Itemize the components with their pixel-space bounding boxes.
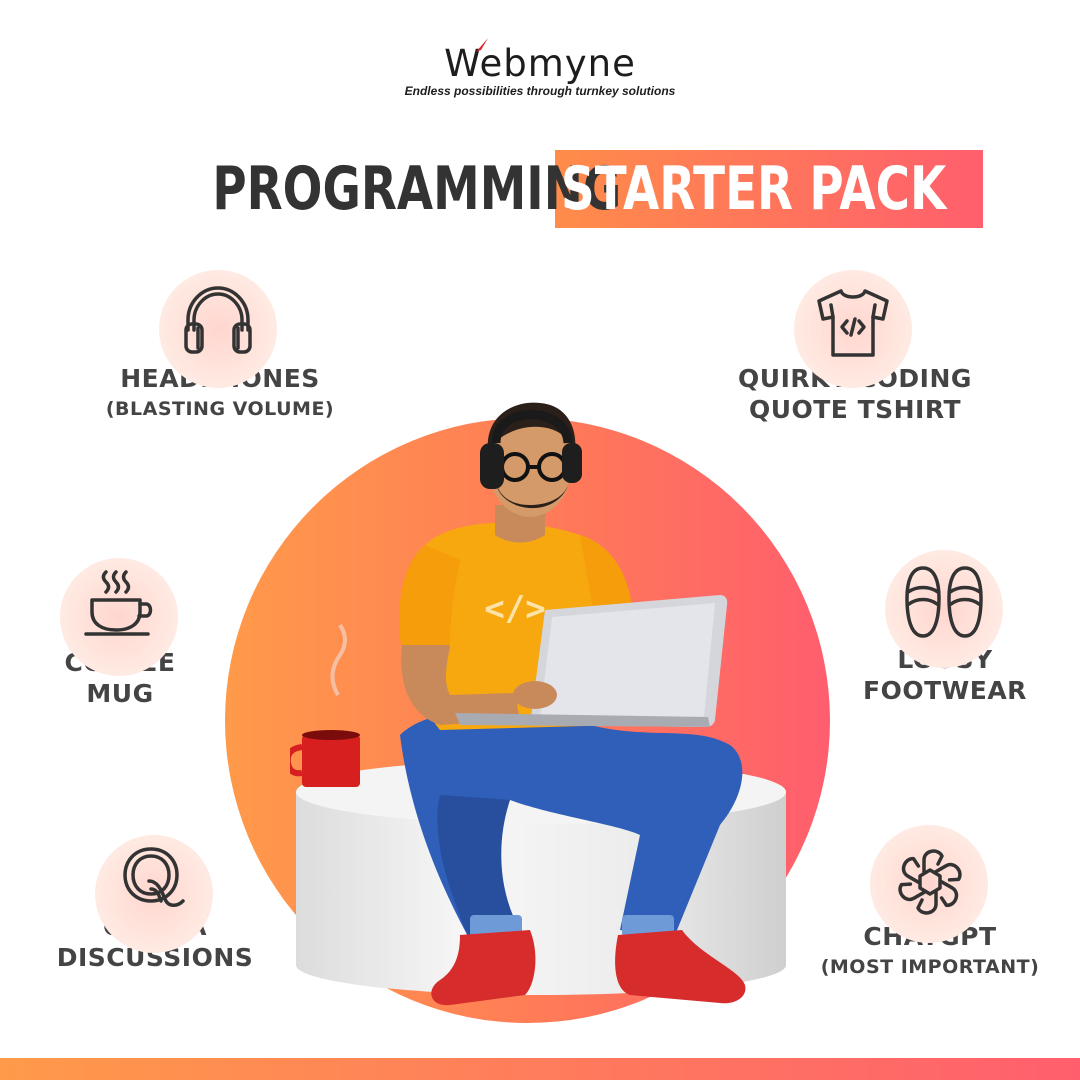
brand-name-wrap: Webmyne	[444, 38, 636, 88]
brand-accent-mark	[476, 38, 489, 52]
starter-pack-poster: Webmyne Endless possibilities through tu…	[0, 0, 1080, 1080]
brand-name: Webmyne	[444, 42, 636, 85]
feature-tshirt: QUIRKY CODING QUOTE TSHIRT	[705, 270, 1005, 425]
footwear-label-line2: FOOTWEAR	[863, 676, 1027, 705]
headphones-icon	[184, 286, 252, 354]
code-tshirt-icon	[817, 289, 889, 357]
title-starter-pack: STARTER PACK	[560, 154, 946, 224]
bottom-gradient-bar	[0, 1058, 1080, 1080]
tshirt-label-line2: QUOTE TSHIRT	[748, 395, 962, 424]
chatgpt-sublabel: (MOST IMPORTANT)	[820, 956, 1040, 978]
feature-footwear: LOUSY FOOTWEAR	[845, 550, 1045, 706]
feature-headphones: HEADPHONES (BLASTING VOLUME)	[70, 270, 370, 425]
red-mug	[290, 623, 360, 787]
slippers-icon	[905, 566, 983, 638]
feature-coffee-mug: COFFEE MUG	[30, 558, 210, 709]
coffee-label-line2: MUG	[86, 679, 154, 708]
feature-quora: QUORA DISCUSSIONS	[40, 835, 270, 973]
programmer-with-laptop-illustration: </>	[290, 402, 746, 1006]
svg-text:</>: </>	[484, 589, 545, 629]
quora-icon	[123, 847, 185, 907]
chatgpt-icon	[898, 849, 962, 915]
coffee-cup-icon	[84, 570, 153, 636]
headphones-sublabel: (BLASTING VOLUME)	[105, 398, 335, 420]
page-title: PROGRAMMING STARTER PACK	[0, 150, 1080, 228]
title-highlight-box: STARTER PACK	[554, 150, 983, 228]
feature-chatgpt: CHATGPT (MOST IMPORTANT)	[810, 825, 1050, 983]
brand-logo: Webmyne Endless possibilities through tu…	[0, 38, 1080, 98]
